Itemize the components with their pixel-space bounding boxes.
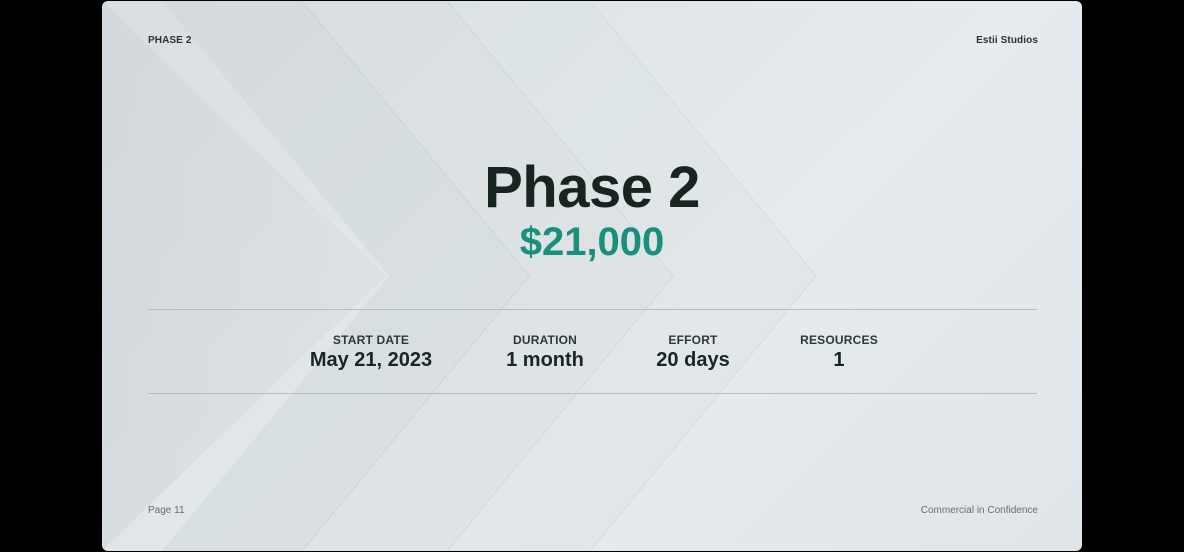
stat-label: EFFORT — [668, 333, 718, 347]
stat-label: START DATE — [332, 333, 410, 347]
stat-start-date: START DATE May 21, 2023 — [310, 333, 432, 373]
page-number: Page 11 — [148, 505, 185, 516]
stat-value: 20 days — [656, 349, 730, 371]
chevron-background — [102, 1, 817, 551]
stat-resources: RESOURCES 1 — [800, 333, 878, 373]
stat-label: DURATION — [512, 333, 578, 347]
stat-effort: EFFORT 20 days — [656, 333, 729, 373]
company-name: Estii Studios — [976, 35, 1038, 46]
phase-price: $21,000 — [519, 220, 665, 264]
stat-value: 1 month — [506, 349, 584, 371]
divider-bottom — [148, 393, 1037, 394]
stat-value: 1 — [833, 349, 845, 371]
stat-label: RESOURCES — [800, 333, 878, 347]
phase-title: Phase 2 — [484, 155, 700, 220]
confidentiality-notice: Commercial in Confidence — [920, 505, 1038, 516]
section-label: PHASE 2 — [148, 35, 192, 46]
stat-value: May 21, 2023 — [309, 349, 433, 371]
slide: PHASE 2 Estii Studios Phase 2 $21,000 ST… — [102, 1, 1082, 551]
divider-top — [148, 309, 1037, 310]
stat-duration: DURATION 1 month — [506, 333, 584, 373]
